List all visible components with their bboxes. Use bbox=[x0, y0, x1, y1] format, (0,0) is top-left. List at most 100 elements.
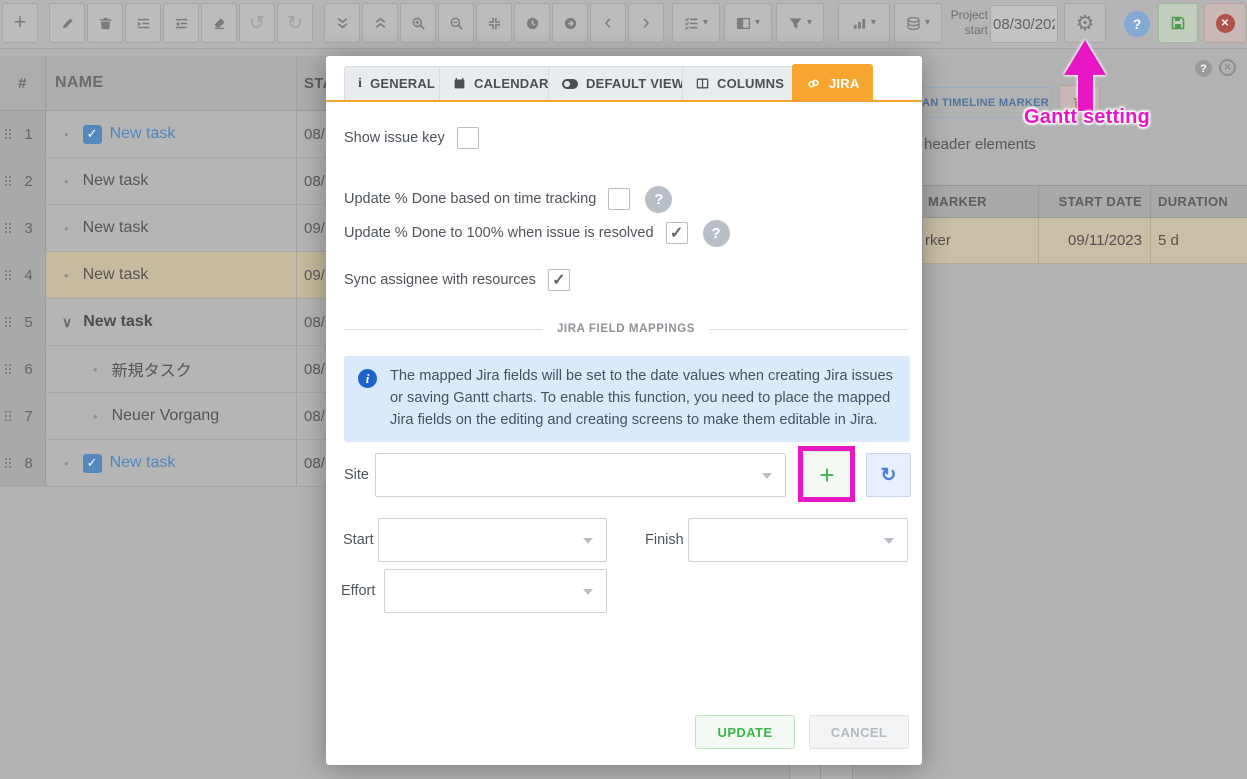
update-done-time-tracking-checkbox[interactable] bbox=[608, 188, 630, 210]
link-icon bbox=[806, 77, 821, 90]
scroll-to-today-button[interactable] bbox=[514, 3, 550, 43]
task-name: 新規タスク bbox=[112, 357, 192, 381]
row-number: 7 bbox=[12, 408, 45, 425]
project-start-input[interactable] bbox=[990, 5, 1058, 43]
task-start-date: 08/ bbox=[304, 299, 325, 345]
show-issue-key-checkbox[interactable] bbox=[457, 127, 479, 149]
refresh-sites-button[interactable]: ↻ bbox=[866, 453, 911, 497]
redo-icon: ↻ bbox=[287, 14, 303, 33]
help-circle-icon[interactable]: ? bbox=[645, 186, 672, 213]
undo-button[interactable]: ↺ bbox=[239, 3, 275, 43]
question-icon: ? bbox=[1133, 16, 1142, 32]
caret-down-icon: ▾ bbox=[807, 18, 812, 28]
drag-handle-icon[interactable] bbox=[5, 411, 12, 422]
filter-dropdown[interactable]: ▾ bbox=[776, 3, 824, 43]
update-done-resolved-checkbox[interactable] bbox=[666, 222, 688, 244]
task-row[interactable]: 2 •New task 08/ bbox=[0, 158, 326, 205]
tab-default-view[interactable]: DEFAULT VIEW bbox=[548, 66, 698, 100]
columns-dropdown[interactable]: ▾ bbox=[724, 3, 772, 43]
project-start-label: Project start bbox=[944, 8, 988, 38]
outdent-button[interactable] bbox=[163, 3, 199, 43]
collapse-all-button[interactable] bbox=[324, 3, 360, 43]
pencil-icon bbox=[60, 16, 75, 31]
bullet-icon: • bbox=[64, 268, 69, 283]
site-select[interactable] bbox=[375, 453, 786, 497]
task-row[interactable]: 3 •New task 09/ bbox=[0, 205, 326, 252]
help-circle-icon[interactable]: ? bbox=[703, 220, 730, 247]
drag-handle-icon[interactable] bbox=[5, 176, 12, 187]
go-to-date-button[interactable] bbox=[552, 3, 588, 43]
add-task-button[interactable]: + bbox=[2, 3, 38, 43]
start-date-column-header: START DATE bbox=[1038, 186, 1142, 217]
redo-button[interactable]: ↻ bbox=[277, 3, 313, 43]
drag-handle-icon[interactable] bbox=[5, 223, 12, 234]
bullet-icon: • bbox=[64, 456, 69, 471]
task-row[interactable]: 6 •新規タスク 08/ bbox=[0, 346, 326, 393]
zoom-out-icon bbox=[449, 16, 464, 31]
task-list-dropdown[interactable]: ▾ bbox=[672, 3, 720, 43]
background-partial-cells bbox=[789, 765, 853, 779]
finish-field-select[interactable] bbox=[688, 518, 908, 562]
zoom-fit-button[interactable] bbox=[476, 3, 512, 43]
zoom-in-button[interactable] bbox=[400, 3, 436, 43]
task-row-selected[interactable]: 4 •New task 09/ bbox=[0, 252, 326, 299]
row-number: 5 bbox=[12, 314, 45, 331]
option-label: Update % Done to 100% when issue is reso… bbox=[344, 225, 654, 241]
close-gantt-button[interactable]: ✕ bbox=[1204, 3, 1246, 43]
task-row[interactable]: 7 •Neuer Vorgang 08/ bbox=[0, 393, 326, 440]
help-button[interactable]: ? bbox=[1124, 11, 1150, 37]
task-checkbox[interactable]: ✓ bbox=[83, 454, 102, 473]
drag-handle-icon[interactable] bbox=[5, 364, 12, 375]
sort-dropdown[interactable]: ▾ bbox=[838, 3, 890, 43]
drag-handle-icon[interactable] bbox=[5, 270, 12, 281]
baseline-dropdown[interactable]: ▾ bbox=[894, 3, 942, 43]
caret-down-icon: ▾ bbox=[755, 18, 760, 28]
edit-task-button[interactable] bbox=[49, 3, 85, 43]
marker-row[interactable]: rker 09/11/2023 5 d bbox=[923, 218, 1247, 264]
column-header-name: NAME bbox=[55, 56, 296, 110]
clear-button[interactable] bbox=[201, 3, 237, 43]
info-box: i The mapped Jira fields will be set to … bbox=[344, 356, 910, 442]
toolbar: + ↺ ↻ ‹ › ▾ ▾ ▾ ▾ ▾ Project start ⚙ ? ✕ bbox=[0, 0, 1247, 49]
cancel-button[interactable]: CANCEL bbox=[809, 715, 909, 749]
info-icon: i bbox=[358, 76, 362, 92]
expand-all-button[interactable] bbox=[362, 3, 398, 43]
bullet-icon: • bbox=[93, 409, 98, 424]
sync-assignee-checkbox[interactable] bbox=[548, 269, 570, 291]
drag-handle-icon[interactable] bbox=[5, 317, 12, 328]
task-name: New task bbox=[83, 219, 149, 237]
tab-general[interactable]: iGENERAL bbox=[344, 66, 449, 100]
update-button[interactable]: UPDATE bbox=[695, 715, 795, 749]
task-row[interactable]: 1 •✓New task 08/ bbox=[0, 111, 326, 158]
indent-button[interactable] bbox=[125, 3, 161, 43]
zoom-out-button[interactable] bbox=[438, 3, 474, 43]
drag-handle-icon[interactable] bbox=[5, 458, 12, 469]
start-field-select[interactable] bbox=[378, 518, 607, 562]
drag-handle-icon[interactable] bbox=[5, 129, 12, 140]
effort-field-select[interactable] bbox=[384, 569, 607, 613]
chevron-down-icon[interactable]: ∨ bbox=[62, 314, 72, 331]
bullet-icon: • bbox=[64, 174, 69, 189]
floppy-icon bbox=[1170, 15, 1186, 31]
row-number: 3 bbox=[12, 220, 45, 237]
tab-calendar[interactable]: CALENDAR bbox=[439, 66, 563, 100]
panel-help-icon[interactable]: ? bbox=[1195, 60, 1212, 77]
task-row[interactable]: 8 •✓New task 08/ bbox=[0, 440, 326, 487]
task-row-parent[interactable]: 5 ∨New task 08/ bbox=[0, 299, 326, 346]
tab-columns[interactable]: COLUMNS bbox=[682, 66, 798, 100]
task-name: New task bbox=[110, 454, 176, 472]
gantt-settings-button[interactable]: ⚙ bbox=[1064, 3, 1106, 43]
panel-close-icon[interactable]: ✕ bbox=[1219, 59, 1236, 76]
task-start-date: 09/ bbox=[304, 205, 325, 251]
tab-jira[interactable]: JIRA bbox=[792, 64, 873, 102]
delete-task-button[interactable] bbox=[87, 3, 123, 43]
tab-label: CALENDAR bbox=[474, 76, 549, 91]
finish-label: Finish bbox=[645, 532, 684, 548]
next-button[interactable]: › bbox=[628, 3, 664, 43]
close-circle-icon: ✕ bbox=[1216, 14, 1235, 33]
previous-button[interactable]: ‹ bbox=[590, 3, 626, 43]
task-checkbox[interactable]: ✓ bbox=[83, 125, 102, 144]
option-label: Update % Done based on time tracking bbox=[344, 191, 596, 207]
save-button[interactable] bbox=[1158, 3, 1198, 43]
section-divider: JIRA FIELD MAPPINGS bbox=[344, 322, 908, 336]
